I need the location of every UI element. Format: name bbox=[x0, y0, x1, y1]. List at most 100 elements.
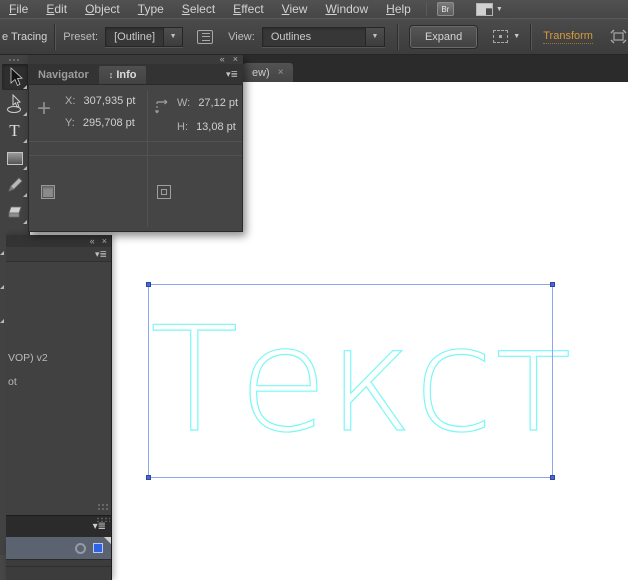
x-value: 307,935 pt bbox=[83, 95, 136, 107]
dock-item-label[interactable]: VOP) v2 bbox=[8, 352, 48, 364]
bounding-box-button[interactable] bbox=[609, 27, 628, 46]
info-w-row: W: 27,12 pt bbox=[177, 97, 238, 109]
preset-value: [Outline] bbox=[114, 30, 156, 43]
dock-titlebar: « × bbox=[6, 235, 111, 247]
toolbar-sliver bbox=[0, 235, 6, 540]
menu-bar: File Edit Object Type Select Effect View… bbox=[0, 0, 628, 18]
tab-navigator[interactable]: Navigator bbox=[28, 66, 99, 84]
tool-flyout-indicator bbox=[0, 285, 4, 289]
layer-selection-square[interactable] bbox=[93, 543, 103, 553]
panel-close-icon[interactable]: × bbox=[233, 55, 238, 64]
layer-corner-indicator bbox=[104, 537, 111, 544]
tool-flyout-indicator bbox=[22, 139, 27, 143]
info-panel-tabs: Navigator ↕ Info ▾≣ bbox=[28, 64, 243, 84]
w-value: 27,12 pt bbox=[198, 97, 239, 109]
lasso-tool[interactable] bbox=[2, 91, 28, 117]
selection-handle-bottom-right[interactable] bbox=[550, 475, 555, 480]
eraser-tool-icon bbox=[7, 206, 22, 218]
document-tab-label: ew) bbox=[252, 66, 270, 79]
selection-handle-top-left[interactable] bbox=[146, 282, 151, 287]
document-tab[interactable]: ew) × bbox=[243, 63, 293, 82]
pencil-tool-icon bbox=[7, 177, 23, 192]
panel-close-icon[interactable]: × bbox=[102, 236, 107, 245]
options-separator bbox=[54, 23, 57, 50]
view-dropdown[interactable]: Outlines ▼ bbox=[261, 26, 385, 47]
tool-flyout-indicator bbox=[22, 112, 27, 116]
menu-file[interactable]: File bbox=[0, 1, 37, 17]
selection-handle-bottom-left[interactable] bbox=[146, 475, 151, 480]
transform-link[interactable]: Transform bbox=[543, 30, 593, 44]
bridge-button[interactable]: Br bbox=[436, 2, 454, 16]
left-dock-panel: « × ▾≣ VOP) v2 ot ▾≣ bbox=[6, 235, 112, 580]
info-panel-body: + X: 307,935 pt Y: 295,708 pt W: 27,12 p… bbox=[28, 84, 243, 232]
expand-button[interactable]: Expand bbox=[408, 24, 479, 49]
panel-collapse-icon[interactable]: « bbox=[220, 55, 225, 64]
dock-item-label[interactable]: ot bbox=[8, 376, 17, 388]
pencil-tool[interactable] bbox=[2, 172, 28, 198]
menu-type[interactable]: Type bbox=[129, 1, 173, 17]
tracing-panel-icon bbox=[196, 29, 213, 44]
type-tool[interactable]: T bbox=[2, 118, 28, 144]
workspace-icon-left bbox=[476, 3, 486, 15]
h-label: H: bbox=[177, 121, 188, 133]
tool-flyout-indicator bbox=[0, 251, 4, 255]
panel-resize-grip[interactable] bbox=[97, 503, 109, 511]
position-crosshair-icon: + bbox=[37, 95, 52, 122]
dock-content: VOP) v2 ot bbox=[6, 262, 111, 515]
selection-options-arrow[interactable]: ▼ bbox=[513, 33, 520, 40]
panel-menu-icon[interactable]: ▾≣ bbox=[95, 249, 107, 260]
selection-handle-top-right[interactable] bbox=[550, 282, 555, 287]
rectangle-tool[interactable] bbox=[2, 145, 28, 171]
tool-name-label: e Tracing bbox=[2, 30, 48, 43]
tool-flyout-indicator bbox=[22, 220, 27, 224]
menu-edit[interactable]: Edit bbox=[37, 1, 76, 17]
selection-options-button[interactable] bbox=[491, 27, 510, 46]
workspace-dropdown-arrow[interactable]: ▼ bbox=[496, 6, 503, 13]
panel-cycle-icon: ↕ bbox=[108, 70, 114, 80]
panel-resize-grip[interactable] bbox=[96, 517, 110, 522]
options-separator bbox=[530, 23, 533, 50]
menu-view[interactable]: View bbox=[273, 1, 317, 17]
menubar-separator bbox=[425, 2, 427, 16]
marquee-icon bbox=[493, 30, 509, 43]
toolbar-grip[interactable] bbox=[8, 58, 21, 62]
tracing-panel-button[interactable] bbox=[195, 27, 214, 46]
tab-info-label: Info bbox=[116, 69, 137, 81]
info-vertical-divider bbox=[147, 157, 148, 227]
panel-menu-icon[interactable]: ▾≣ bbox=[226, 69, 238, 80]
info-horizontal-divider bbox=[29, 155, 242, 156]
tab-info[interactable]: ↕ Info bbox=[98, 66, 147, 84]
tab-close-icon[interactable]: × bbox=[278, 67, 284, 78]
y-value: 295,708 pt bbox=[82, 117, 135, 129]
selection-bounding-box[interactable] bbox=[146, 282, 555, 480]
panel-collapse-icon[interactable]: « bbox=[90, 236, 95, 245]
options-bar: e Tracing Preset: [Outline] ▼ View: Outl… bbox=[0, 18, 628, 55]
preset-dropdown-arrow[interactable]: ▼ bbox=[163, 27, 183, 46]
dock-menu-row: ▾≣ bbox=[6, 247, 111, 262]
menu-window[interactable]: Window bbox=[316, 1, 377, 17]
dimensions-icon bbox=[155, 99, 168, 114]
workspace-switcher-icon[interactable] bbox=[475, 2, 493, 16]
view-dropdown-arrow[interactable]: ▼ bbox=[364, 27, 384, 46]
y-label: Y: bbox=[65, 117, 75, 129]
menu-help[interactable]: Help bbox=[377, 1, 420, 17]
preset-dropdown[interactable]: [Outline] ▼ bbox=[105, 26, 184, 47]
menu-effect[interactable]: Effect bbox=[224, 1, 272, 17]
eraser-tool[interactable] bbox=[2, 199, 28, 225]
selection-tool[interactable] bbox=[1, 64, 28, 90]
bounding-box-icon bbox=[610, 29, 627, 44]
view-value: Outlines bbox=[270, 30, 312, 43]
rectangle-tool-icon bbox=[6, 151, 23, 165]
panel-menu-icon[interactable]: ▾≣ bbox=[93, 521, 106, 532]
type-tool-icon: T bbox=[9, 121, 20, 140]
view-label: View: bbox=[228, 30, 255, 43]
layer-row-selected[interactable] bbox=[6, 537, 111, 559]
tool-flyout-indicator bbox=[22, 166, 27, 170]
w-label: W: bbox=[177, 97, 191, 109]
menu-select[interactable]: Select bbox=[173, 1, 224, 17]
layer-target-icon[interactable] bbox=[75, 542, 86, 554]
menu-object[interactable]: Object bbox=[76, 1, 129, 17]
tool-flyout-indicator bbox=[0, 319, 4, 323]
info-horizontal-divider bbox=[29, 141, 242, 142]
selection-tool-icon bbox=[10, 67, 23, 87]
